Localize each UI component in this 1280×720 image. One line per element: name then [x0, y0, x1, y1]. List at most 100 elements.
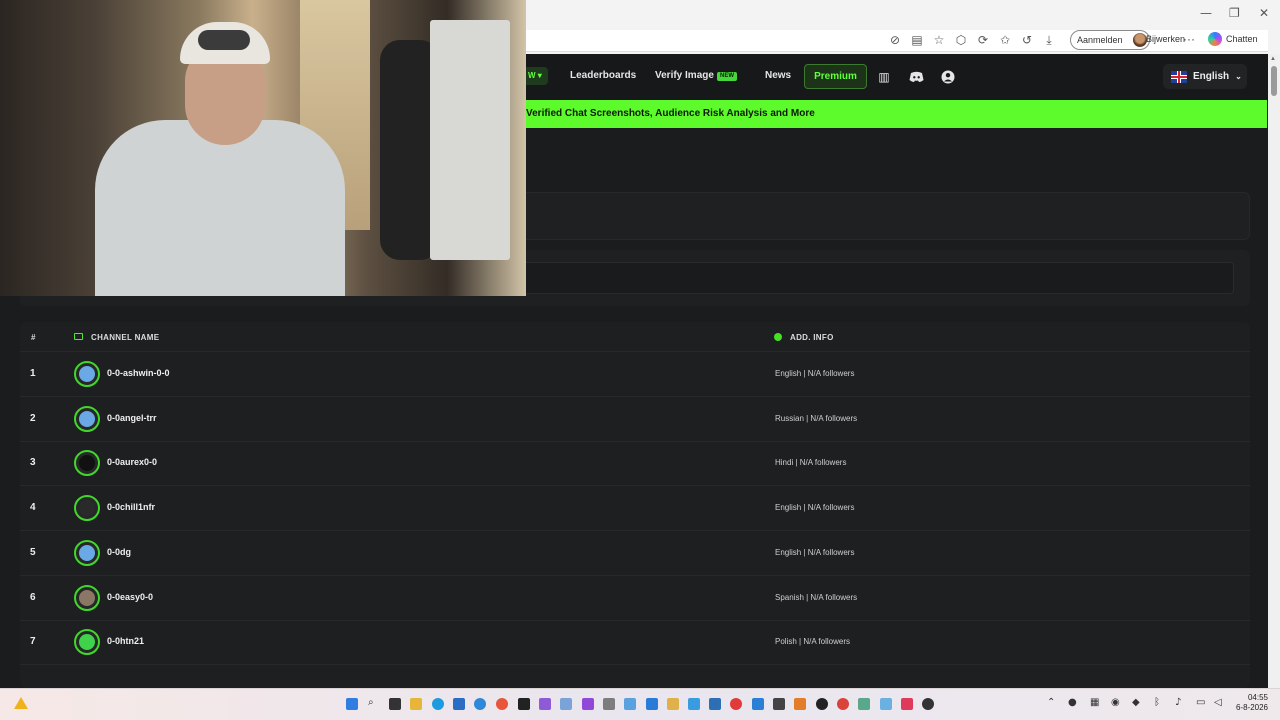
account-icon[interactable] — [937, 66, 959, 88]
extension-icon[interactable]: ⬡ — [952, 32, 970, 48]
favorites-icon[interactable]: ✩ — [996, 32, 1014, 48]
table-row[interactable]: 7 0-0htn21 Polish | N/A followers — [20, 620, 1250, 666]
history-icon[interactable]: ↺ — [1018, 32, 1036, 48]
app-icon-5[interactable] — [560, 698, 572, 710]
app-icon-11[interactable] — [688, 698, 700, 710]
table-row[interactable]: 4 0-0chill1nfr English | N/A followers — [20, 486, 1250, 532]
restore-button[interactable]: ❐ — [1229, 6, 1240, 20]
tray-app-icon-2[interactable]: ▦ — [1090, 697, 1099, 708]
minimize-button[interactable]: — — [1200, 6, 1212, 20]
app-icon-8[interactable] — [624, 698, 636, 710]
app-icon-6[interactable] — [582, 698, 594, 710]
reader-icon[interactable]: ▤ — [908, 32, 926, 48]
app-icon-16[interactable] — [858, 698, 870, 710]
tray-chevron-icon[interactable]: ⌃ — [1047, 697, 1055, 708]
network-icon[interactable]: ▭ — [1196, 697, 1205, 708]
channel-avatar[interactable] — [74, 495, 100, 522]
copilot-icon — [1208, 32, 1222, 46]
avatar-image — [79, 366, 95, 382]
vscode-icon[interactable] — [752, 698, 764, 710]
app-icon-15[interactable] — [816, 698, 828, 710]
explorer-icon[interactable] — [410, 698, 422, 710]
channel-name-link[interactable]: 0-0angel-trr — [107, 413, 157, 423]
channel-name-link[interactable]: 0-0dg — [107, 547, 131, 557]
app-icon-1[interactable] — [453, 698, 465, 710]
uk-flag-icon — [1171, 70, 1187, 83]
clock-date: 6-8-2026 — [1235, 703, 1268, 712]
channel-avatar[interactable] — [74, 450, 100, 477]
app-icon-3[interactable] — [518, 698, 530, 710]
nav-partial-dropdown[interactable]: W ▾ — [526, 67, 548, 85]
discord-icon[interactable] — [905, 66, 927, 88]
channel-name-link[interactable]: 0-0htn21 — [107, 636, 144, 646]
channel-name-link[interactable]: 0-0aurex0-0 — [107, 457, 157, 467]
download-icon[interactable]: ⤓ — [1040, 32, 1058, 48]
rank-header[interactable]: # — [31, 333, 36, 342]
app-icon-2[interactable] — [474, 698, 486, 710]
update-button[interactable]: Bijwerken — [1146, 34, 1185, 44]
app-icon-13[interactable] — [773, 698, 785, 710]
channel-name-link[interactable]: 0-0easy0-0 — [107, 592, 153, 602]
stats-icon[interactable]: ▥ — [873, 66, 895, 88]
add-info-header[interactable]: ADD. INFO — [790, 333, 834, 342]
no-track-icon[interactable]: ⊘ — [886, 32, 904, 48]
channel-name-link[interactable]: 0-0-ashwin-0-0 — [107, 368, 170, 378]
table-row[interactable]: 3 0-0aurex0-0 Hindi | N/A followers — [20, 441, 1250, 487]
table-row[interactable]: 1 0-0-ashwin-0-0 English | N/A followers — [20, 352, 1250, 397]
taskview-icon[interactable] — [389, 698, 401, 710]
app-icon-19[interactable] — [922, 698, 934, 710]
language-selector[interactable]: English ⌄ — [1163, 64, 1247, 89]
edge-taskbar-icon[interactable] — [432, 698, 444, 710]
channel-name-link[interactable]: 0-0chill1nfr — [107, 502, 155, 512]
webcam-cap-badge — [198, 30, 250, 50]
more-menu-button[interactable]: ··· — [1183, 32, 1195, 46]
scrollbar-thumb[interactable] — [1271, 66, 1277, 96]
nav-verify-image[interactable]: Verify Image — [655, 70, 714, 81]
tray-app-icon-4[interactable]: ◆ — [1132, 697, 1140, 708]
page-scrollbar[interactable]: ▲ — [1268, 54, 1280, 688]
scroll-up-icon[interactable]: ▲ — [1270, 56, 1276, 62]
channel-avatar[interactable] — [74, 584, 100, 611]
channel-info: English | N/A followers — [775, 547, 855, 557]
chrome-icon[interactable] — [837, 698, 849, 710]
channel-avatar[interactable] — [74, 361, 100, 387]
firefox-icon[interactable] — [496, 698, 508, 710]
bluetooth-icon[interactable]: ᛒ — [1154, 697, 1160, 708]
nav-news[interactable]: News — [765, 70, 791, 81]
warning-icon[interactable] — [14, 697, 28, 709]
start-icon[interactable] — [346, 698, 358, 710]
channel-avatar[interactable] — [74, 405, 100, 432]
table-row[interactable]: 2 0-0angel-trr Russian | N/A followers — [20, 397, 1250, 442]
app-icon-17[interactable] — [880, 698, 892, 710]
signin-button[interactable]: Aanmelden — [1070, 30, 1150, 50]
search-icon[interactable]: ⌕ — [368, 697, 374, 708]
table-row[interactable]: 6 0-0easy0-0 Spanish | N/A followers — [20, 576, 1250, 621]
tray-app-icon-3[interactable]: ◉ — [1111, 697, 1120, 708]
volume-icon[interactable]: ◁ — [1214, 697, 1222, 708]
edge-icon[interactable]: ⟳ — [974, 32, 992, 48]
nav-leaderboards[interactable]: Leaderboards — [570, 70, 636, 81]
channel-avatar[interactable] — [74, 629, 100, 656]
channel-info: Hindi | N/A followers — [775, 458, 847, 468]
app-icon-10[interactable] — [667, 698, 679, 710]
premium-button[interactable]: Premium — [804, 64, 867, 89]
channel-avatar[interactable] — [74, 539, 100, 566]
close-window-button[interactable]: ✕ — [1259, 6, 1269, 20]
tray-app-icon-1[interactable]: ● — [1068, 697, 1077, 708]
app-icon-18[interactable] — [901, 698, 913, 710]
app-icon-9[interactable] — [646, 698, 658, 710]
row-rank: 6 — [30, 591, 36, 603]
app-icon-4[interactable] — [539, 698, 551, 710]
table-row[interactable]: 5 0-0dg English | N/A followers — [20, 531, 1250, 576]
microphone-icon[interactable]: ♪ — [1175, 697, 1181, 708]
app-icon-14[interactable] — [794, 698, 806, 710]
app-icon-7[interactable] — [603, 698, 615, 710]
opera-icon[interactable] — [730, 698, 742, 710]
channel-name-header[interactable]: CHANNEL NAME — [91, 333, 159, 342]
star-icon[interactable]: ☆ — [930, 32, 948, 48]
app-icon-12[interactable] — [709, 698, 721, 710]
copilot-chat-button[interactable]: Chatten — [1208, 32, 1258, 46]
webcam-person-body — [95, 120, 345, 296]
system-clock[interactable]: 04:55 6-8-2026 — [1230, 693, 1268, 713]
status-dot-icon — [774, 333, 782, 341]
